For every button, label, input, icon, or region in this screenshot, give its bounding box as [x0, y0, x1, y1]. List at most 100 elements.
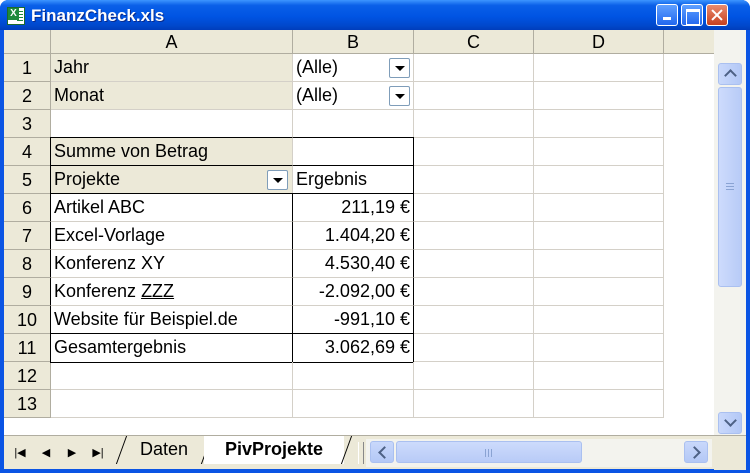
pivot-item-name[interactable]: Konferenz ZZZ [50, 278, 293, 306]
cell-d11[interactable] [534, 334, 664, 362]
row-header[interactable]: 11 [4, 334, 51, 362]
cell-d3[interactable] [534, 110, 664, 138]
cell-d2[interactable] [534, 82, 664, 110]
row-header[interactable]: 4 [4, 138, 51, 166]
excel-file-icon[interactable]: X [7, 7, 25, 25]
column-header-e[interactable] [664, 30, 714, 54]
cell-b3[interactable] [293, 110, 414, 138]
last-sheet-icon[interactable]: ▶| [88, 445, 108, 461]
pivot-item-value[interactable]: 211,19 € [292, 193, 414, 222]
cell-d8[interactable] [534, 250, 664, 278]
next-sheet-icon[interactable]: ▶ [62, 445, 82, 461]
cell-d1[interactable] [534, 54, 664, 82]
cell-c7[interactable] [414, 222, 534, 250]
pivot-item-name[interactable]: Excel-Vorlage [50, 222, 293, 250]
pivot-total-value[interactable]: 3.062,69 € [292, 333, 414, 363]
cell-d10[interactable] [534, 306, 664, 334]
cell-b4[interactable] [293, 137, 414, 166]
item-name-underlined: ZZZ [141, 281, 175, 301]
cell-c2[interactable] [414, 82, 534, 110]
minimize-button[interactable] [656, 4, 678, 26]
sheet-lines-glyph [17, 11, 23, 22]
maximize-button[interactable] [681, 4, 703, 26]
cell-b13[interactable] [293, 390, 414, 418]
pivot-item-value[interactable]: 4.530,40 € [292, 250, 414, 278]
cell-c13[interactable] [414, 390, 534, 418]
projekte-dropdown-arrow-icon[interactable] [267, 170, 288, 190]
tab-daten[interactable]: Daten [124, 436, 204, 464]
tab-pivprojekte[interactable]: PivProjekte [204, 436, 344, 464]
monat-dropdown-arrow-icon[interactable] [389, 86, 410, 106]
cell-b12[interactable] [293, 362, 414, 390]
cell-d5[interactable] [534, 166, 664, 194]
cell-d12[interactable] [534, 362, 664, 390]
filter-label-monat[interactable]: Monat [51, 82, 293, 110]
pivot-item-name[interactable]: Konferenz XY [50, 250, 293, 278]
row-header[interactable]: 6 [4, 194, 51, 222]
sheet-tab-bar: |◀ ◀ ▶ ▶| Daten PivProjekte [4, 435, 746, 470]
cell-d6[interactable] [534, 194, 664, 222]
spreadsheet-grid[interactable]: A B C D 1 2 3 4 5 6 7 8 9 10 11 12 13 Ja… [4, 30, 714, 435]
title-bar[interactable]: X FinanzCheck.xls [0, 0, 750, 30]
workbook-client: A B C D 1 2 3 4 5 6 7 8 9 10 11 12 13 Ja… [4, 30, 746, 470]
cell-c6[interactable] [414, 194, 534, 222]
pivot-total-label[interactable]: Gesamtergebnis [50, 333, 293, 363]
row-header[interactable]: 13 [4, 390, 51, 418]
pivot-item-name[interactable]: Artikel ABC [50, 193, 293, 222]
cell-c8[interactable] [414, 250, 534, 278]
jahr-dropdown-arrow-icon[interactable] [389, 58, 410, 78]
scroll-up-arrow-icon[interactable] [718, 63, 742, 85]
row-header[interactable]: 8 [4, 250, 51, 278]
pivot-item-value[interactable]: -991,10 € [292, 306, 414, 334]
cell-c4[interactable] [414, 138, 534, 166]
row-header[interactable]: 1 [4, 54, 51, 82]
pivot-item-value[interactable]: -2.092,00 € [292, 278, 414, 306]
row-header[interactable]: 7 [4, 222, 51, 250]
prev-sheet-icon[interactable]: ◀ [36, 445, 56, 461]
row-header[interactable]: 2 [4, 82, 51, 110]
vertical-scroll-thumb[interactable] [718, 87, 742, 287]
tab-split-handle[interactable] [358, 442, 364, 464]
select-all-corner[interactable] [4, 30, 51, 54]
horizontal-scrollbar[interactable] [366, 439, 712, 467]
column-header-b[interactable]: B [293, 30, 414, 54]
pivot-data-field[interactable]: Summe von Betrag [50, 137, 293, 166]
cell-c11[interactable] [414, 334, 534, 362]
cell-d7[interactable] [534, 222, 664, 250]
scroll-down-arrow-icon[interactable] [718, 412, 742, 434]
cell-c12[interactable] [414, 362, 534, 390]
cell-d4[interactable] [534, 138, 664, 166]
scroll-right-arrow-icon[interactable] [684, 441, 708, 463]
vertical-scrollbar[interactable] [714, 30, 746, 435]
pivot-item-value[interactable]: 1.404,20 € [292, 222, 414, 250]
horizontal-scroll-thumb[interactable] [396, 441, 582, 463]
cell-c5[interactable] [414, 166, 534, 194]
cell-d9[interactable] [534, 278, 664, 306]
column-header-a[interactable]: A [51, 30, 293, 54]
first-sheet-icon[interactable]: |◀ [10, 445, 30, 461]
column-header-c[interactable]: C [414, 30, 534, 54]
pivot-item-name[interactable]: Website für Beispiel.de [50, 306, 293, 334]
cell-c3[interactable] [414, 110, 534, 138]
scroll-left-arrow-icon[interactable] [370, 441, 394, 463]
filter-label-jahr[interactable]: Jahr [51, 54, 293, 82]
cell-a12[interactable] [51, 362, 293, 390]
close-button[interactable] [706, 4, 728, 26]
row-header[interactable]: 12 [4, 362, 51, 390]
item-name-prefix: Konferenz [54, 281, 142, 301]
cell-c1[interactable] [414, 54, 534, 82]
size-grip [714, 442, 746, 470]
row-header[interactable]: 9 [4, 278, 51, 306]
cell-d13[interactable] [534, 390, 664, 418]
column-header-d[interactable]: D [534, 30, 664, 54]
excel-window: X FinanzCheck.xls A B C D 1 2 3 4 5 6 7 … [0, 0, 750, 473]
row-header[interactable]: 3 [4, 110, 51, 138]
row-header[interactable]: 5 [4, 166, 51, 194]
row-header[interactable]: 10 [4, 306, 51, 334]
cell-a13[interactable] [51, 390, 293, 418]
cell-a3[interactable] [51, 110, 293, 138]
cell-c10[interactable] [414, 306, 534, 334]
cell-c9[interactable] [414, 278, 534, 306]
pivot-row-field[interactable]: Projekte [50, 165, 293, 194]
pivot-result-header[interactable]: Ergebnis [293, 165, 414, 194]
